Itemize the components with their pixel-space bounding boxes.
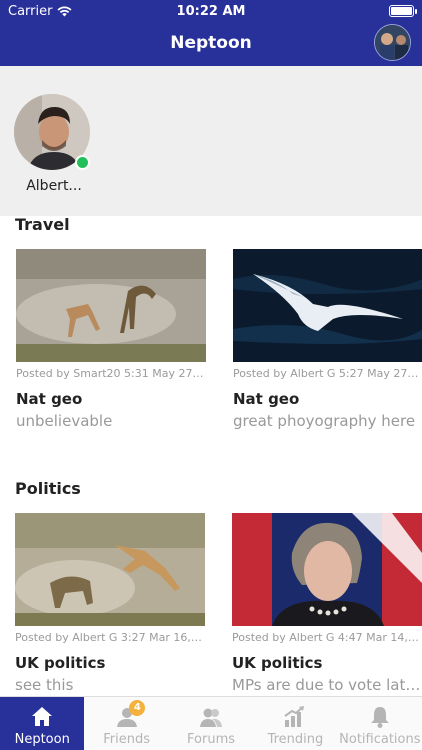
battery-icon xyxy=(389,5,417,17)
tab-neptoon[interactable]: Neptoon xyxy=(0,697,85,750)
post-card[interactable]: Posted by Smart20 5:31 May 27,2... Nat g… xyxy=(16,249,206,430)
post-title: UK politics xyxy=(15,654,106,672)
tab-label: Friends xyxy=(103,732,150,747)
post-thumbnail xyxy=(232,513,422,626)
bell-icon xyxy=(370,707,389,728)
post-description: great phoyography here xyxy=(233,412,416,430)
post-description: MPs are due to vote later on the third..… xyxy=(232,676,422,694)
status-time: 10:22 AM xyxy=(176,4,246,19)
trending-icon xyxy=(284,706,305,727)
story-item[interactable]: Albert... xyxy=(14,94,94,194)
section-title-politics: Politics xyxy=(15,479,81,498)
post-meta: Posted by Albert G 5:27 May 27,2... xyxy=(233,367,421,380)
post-thumbnail xyxy=(233,249,422,362)
post-title: Nat geo xyxy=(16,390,83,408)
post-title: Nat geo xyxy=(233,390,300,408)
post-card[interactable]: Posted by Albert G 3:27 Mar 16,2... UK p… xyxy=(15,513,205,694)
post-description: see this xyxy=(15,676,74,694)
avatar xyxy=(375,25,410,60)
post-description: unbelievable xyxy=(16,412,113,430)
post-thumbnail xyxy=(16,249,206,362)
tab-notifications[interactable]: Notifications xyxy=(338,697,422,750)
post-card[interactable]: Posted by Albert G 4:47 Mar 14,2... UK p… xyxy=(232,513,422,694)
story-name: Albert... xyxy=(26,178,82,194)
post-thumbnail xyxy=(15,513,205,626)
stories-strip: Albert... xyxy=(0,66,422,216)
post-meta: Posted by Albert G 4:47 Mar 14,2... xyxy=(232,631,420,644)
app-header: Carrier 10:22 AM Neptoon xyxy=(0,0,422,66)
post-card[interactable]: Posted by Albert G 5:27 May 27,2... Nat … xyxy=(233,249,422,430)
page-title: Neptoon xyxy=(170,33,252,53)
forums-icon xyxy=(200,708,223,727)
post-meta: Posted by Smart20 5:31 May 27,2... xyxy=(16,367,204,380)
section-title-travel: Travel xyxy=(15,215,70,234)
tab-forums[interactable]: Forums xyxy=(169,697,253,750)
tab-label: Notifications xyxy=(339,732,421,747)
tab-trending[interactable]: Trending xyxy=(253,697,337,750)
tab-label: Neptoon xyxy=(14,732,70,747)
post-meta: Posted by Albert G 3:27 Mar 16,2... xyxy=(15,631,203,644)
tab-label: Forums xyxy=(187,732,236,747)
post-title: UK politics xyxy=(232,654,323,672)
profile-avatar-button[interactable] xyxy=(374,24,411,61)
tab-friends[interactable]: 4 Friends xyxy=(84,697,168,750)
tab-bar: Neptoon 4 Friends Forums Trending Notifi… xyxy=(0,696,422,750)
tab-label: Trending xyxy=(267,732,324,747)
status-bar: Carrier 10:22 AM xyxy=(0,0,422,22)
online-status-dot xyxy=(75,155,90,170)
friends-badge: 4 xyxy=(129,700,146,716)
home-icon xyxy=(32,707,53,726)
